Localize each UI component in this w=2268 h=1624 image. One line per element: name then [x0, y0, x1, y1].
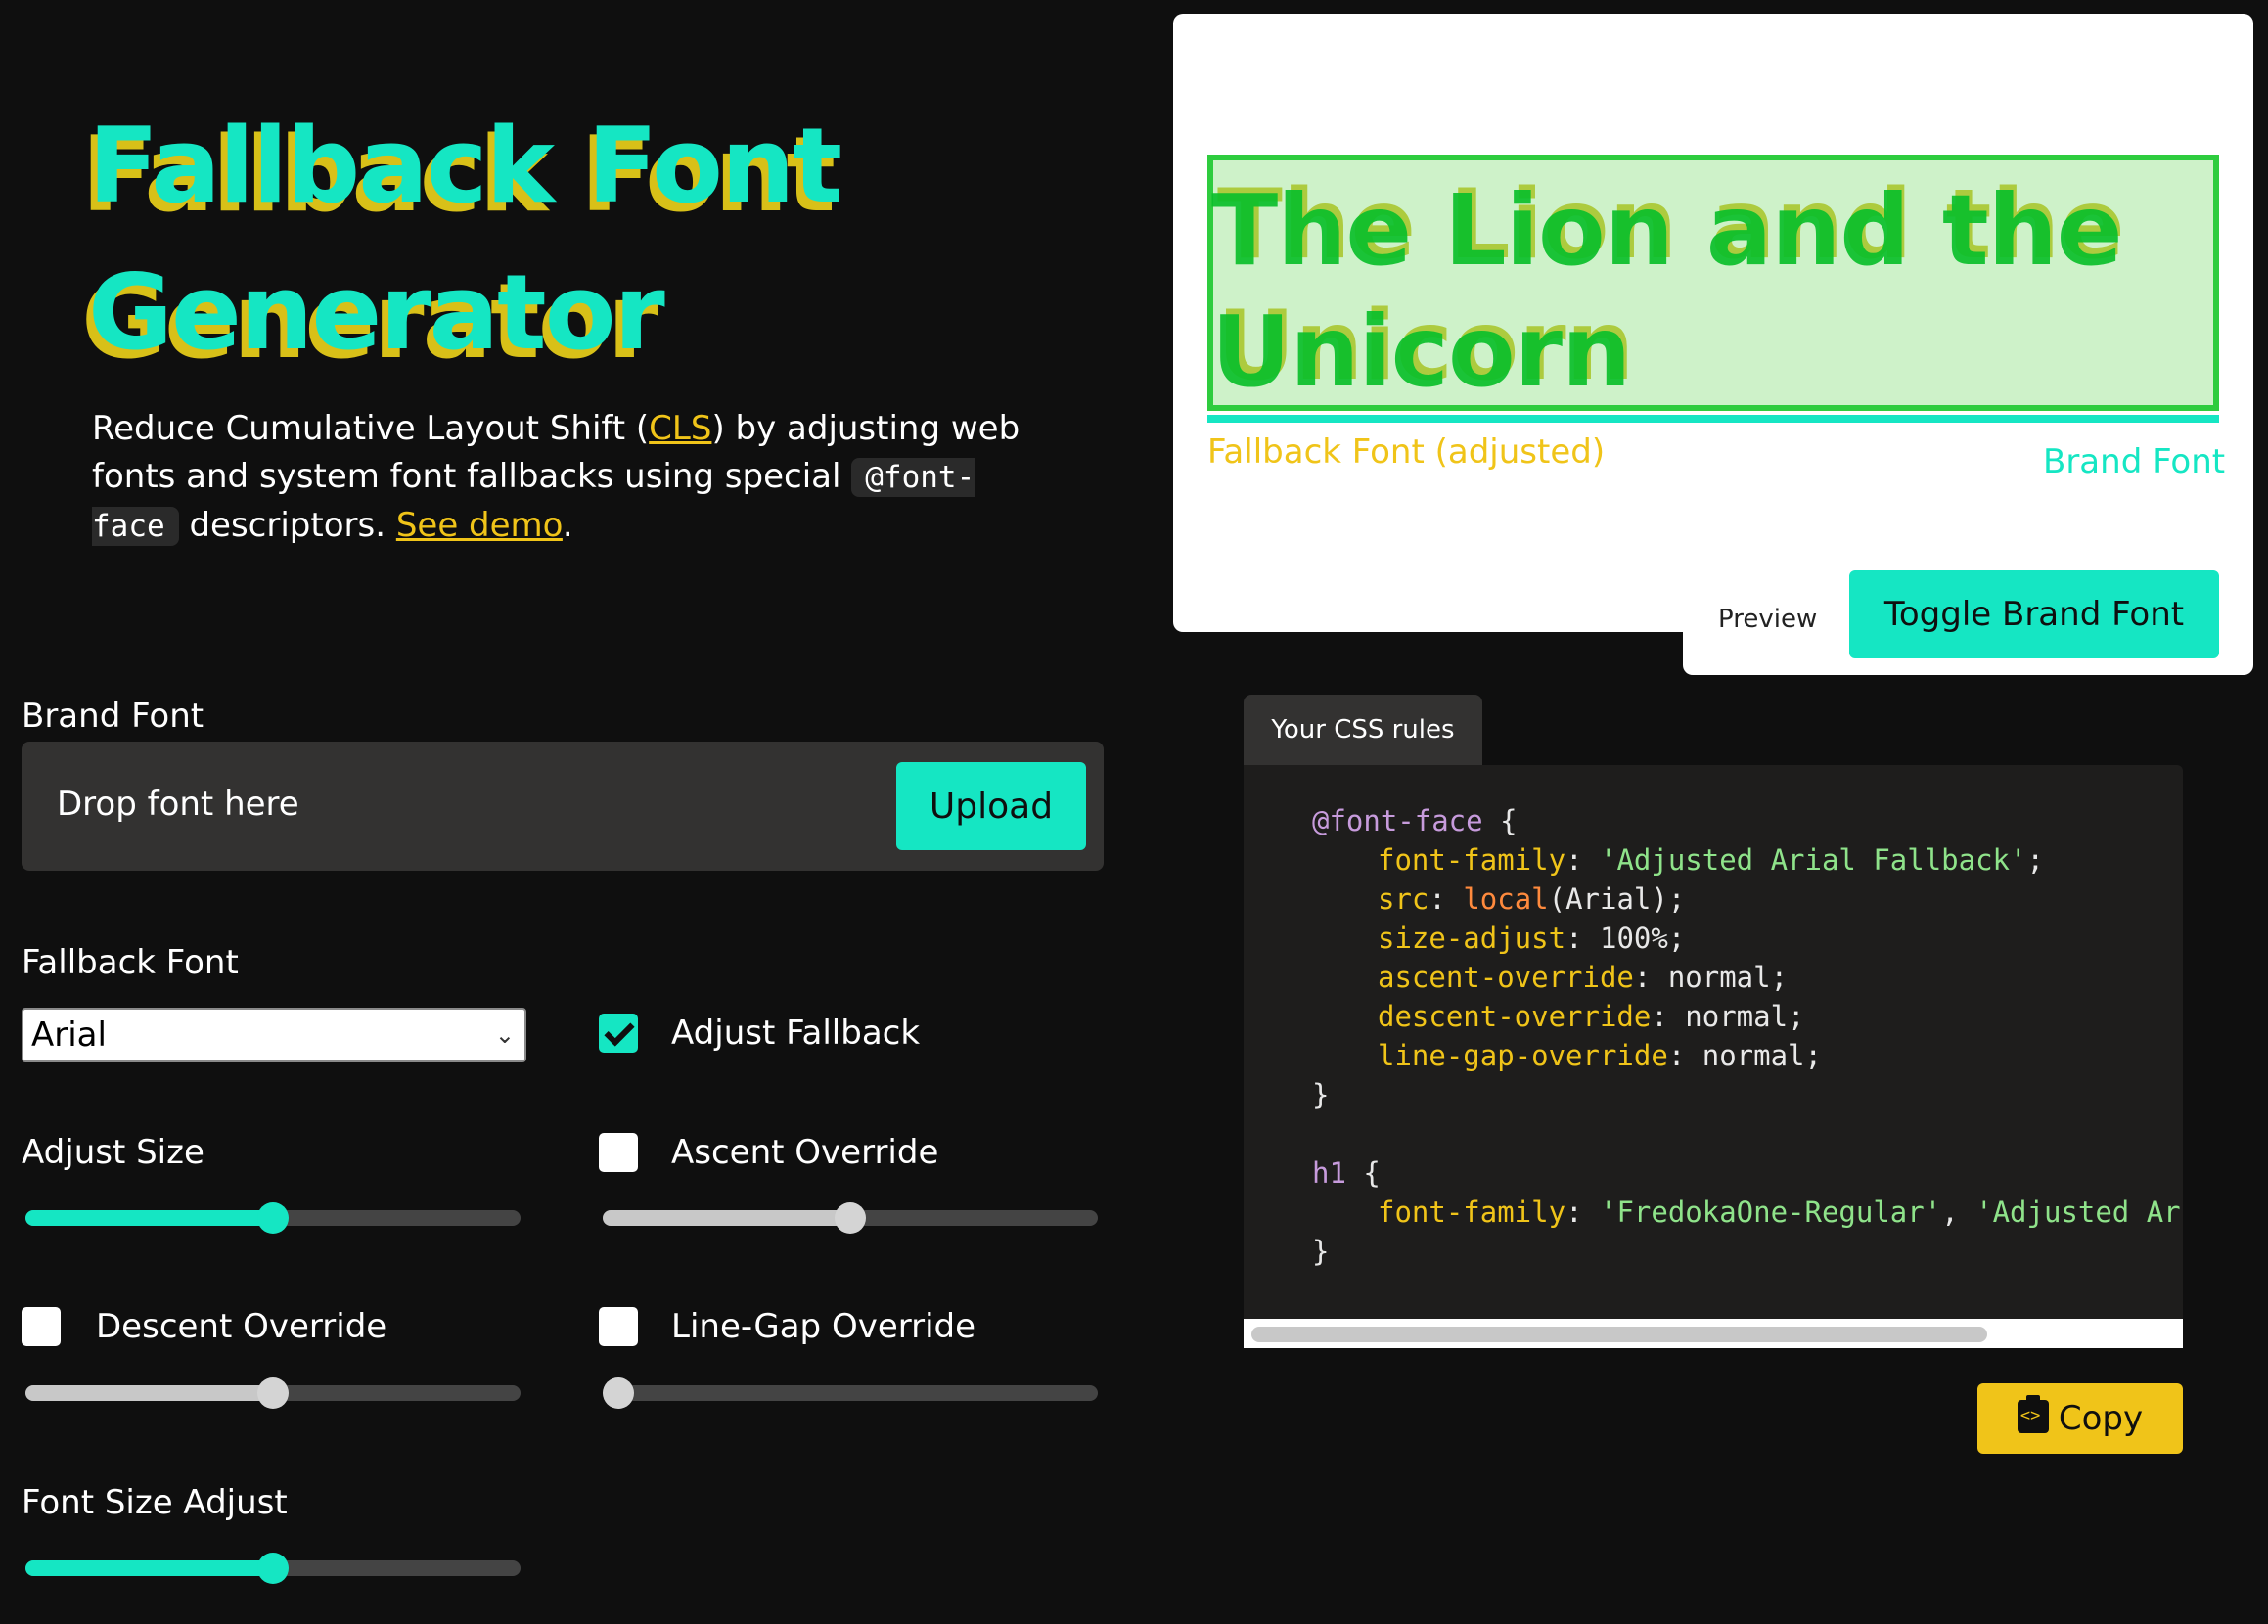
code-token: @font-face [1312, 804, 1483, 837]
slider-thumb[interactable] [257, 1202, 289, 1234]
slider-fill [25, 1560, 273, 1576]
code-token: font-family [1378, 843, 1566, 877]
code-line: font-family: 'FredokaOne-Regular', 'Adju… [1378, 1195, 2183, 1229]
fallback-caption: Fallback Font (adjusted) [1207, 432, 1606, 472]
chevron-down-icon: ⌄ [494, 1021, 515, 1049]
line-gap-override-checkbox[interactable] [599, 1307, 638, 1346]
intro-part: . [562, 506, 573, 545]
code-line: font-family: 'Adjusted Arial Fallback'; [1378, 843, 2044, 877]
ascent-override-checkbox[interactable] [599, 1133, 638, 1172]
code-token: size-adjust [1378, 922, 1566, 955]
preview-sample: The Lion and the Unicorn The Lion and th… [1207, 155, 2219, 421]
code-token: 'Adjusted Arial Fallback' [1599, 843, 2027, 877]
css-rules-tab[interactable]: Your CSS rules [1244, 695, 1482, 765]
dropzone-text: Drop font here [57, 785, 299, 824]
page-title: Fallback Font Generator [88, 93, 969, 386]
code-token: local [1463, 882, 1549, 916]
code-token: font-family [1378, 1195, 1566, 1229]
page-title-line-2: Generator [88, 252, 665, 373]
brand-caption: Brand Font [2043, 442, 2226, 481]
copy-button[interactable]: Copy [1977, 1383, 2183, 1454]
slider-thumb[interactable] [835, 1202, 866, 1234]
code-token: line-gap-override [1378, 1039, 1668, 1072]
slider-thumb[interactable] [603, 1377, 634, 1409]
code-line: ascent-override: normal; [1378, 961, 1789, 994]
slider-thumb[interactable] [257, 1553, 289, 1584]
brand-sample-text: The Lion and the Unicorn [1211, 173, 2123, 409]
slider-thumb[interactable] [257, 1377, 289, 1409]
font-dropzone[interactable]: Drop font here Upload [22, 742, 1104, 871]
preview-label: Preview [1718, 605, 1818, 634]
font-size-adjust-slider[interactable] [25, 1553, 521, 1584]
copy-button-label: Copy [2058, 1399, 2144, 1438]
code-token: } [1312, 1078, 1330, 1111]
code-line: @font-face { [1312, 804, 1518, 837]
fallback-font-selected: Arial [31, 1015, 107, 1055]
line-gap-override-label: Line-Gap Override [671, 1307, 976, 1346]
code-token: 'Adjusted Arial [1975, 1195, 2183, 1229]
adjust-fallback-label: Adjust Fallback [671, 1014, 921, 1053]
upload-button[interactable]: Upload [896, 762, 1086, 850]
code-token: { [1345, 1156, 1381, 1190]
code-token: { [1482, 804, 1518, 837]
clipboard-code-icon [2017, 1395, 2049, 1433]
ascent-override-label: Ascent Override [671, 1133, 939, 1172]
code-token: descent-override [1378, 1000, 1652, 1033]
adjust-size-label: Adjust Size [22, 1133, 204, 1172]
see-demo-link[interactable]: See demo [396, 506, 563, 545]
ascent-override-slider[interactable] [603, 1202, 1098, 1234]
code-token: normal; [1667, 1000, 1805, 1033]
toggle-brand-font-button[interactable]: Toggle Brand Font [1849, 570, 2219, 658]
code-token: normal; [1685, 1039, 1822, 1072]
code-token: , [1941, 1195, 1976, 1229]
intro-part: Reduce Cumulative Layout Shift ( [92, 409, 650, 448]
code-line: line-gap-override: normal; [1378, 1039, 1822, 1072]
code-token: h1 [1312, 1156, 1346, 1190]
adjust-size-slider[interactable] [25, 1202, 521, 1234]
font-size-adjust-label: Font Size Adjust [22, 1483, 288, 1522]
brand-font-baseline [1207, 415, 2219, 423]
page-title-line-1: Fallback Font [88, 106, 842, 226]
code-line: descent-override: normal; [1378, 1000, 1805, 1033]
descent-override-label: Descent Override [96, 1307, 387, 1346]
code-token: 100%; [1582, 922, 1686, 955]
code-token: ascent-override [1378, 961, 1634, 994]
scrollbar-thumb[interactable] [1251, 1327, 1987, 1342]
intro-part: descriptors. [178, 506, 396, 545]
code-line: h1 { [1312, 1156, 1381, 1190]
code-line: } [1312, 1078, 1329, 1111]
fallback-font-select[interactable]: Arial ⌄ [22, 1008, 526, 1062]
code-token: (Arial); [1548, 882, 1686, 916]
cls-link[interactable]: CLS [649, 409, 711, 448]
intro-text: Reduce Cumulative Layout Shift (CLS) by … [92, 405, 1031, 551]
slider-fill [25, 1385, 273, 1401]
adjust-fallback-checkbox[interactable] [599, 1014, 638, 1053]
fallback-font-label: Fallback Font [22, 943, 239, 982]
code-line: src: local(Arial); [1378, 882, 1686, 916]
code-token: } [1312, 1235, 1330, 1268]
code-token: 'FredokaOne-Regular' [1599, 1195, 1942, 1229]
descent-override-checkbox[interactable] [22, 1307, 61, 1346]
line-gap-override-slider[interactable] [603, 1377, 1098, 1409]
slider-fill [603, 1210, 850, 1226]
code-line: size-adjust: 100%; [1378, 922, 1686, 955]
code-horizontal-scrollbar[interactable] [1244, 1319, 2183, 1348]
slider-fill [25, 1210, 273, 1226]
brand-font-label: Brand Font [22, 697, 204, 736]
descent-override-slider[interactable] [25, 1377, 521, 1409]
code-token: src [1378, 882, 1429, 916]
css-code-panel[interactable]: @font-face { font-family: 'Adjusted Aria… [1244, 765, 2183, 1348]
code-line: } [1312, 1235, 1329, 1268]
code-token: normal; [1651, 961, 1789, 994]
